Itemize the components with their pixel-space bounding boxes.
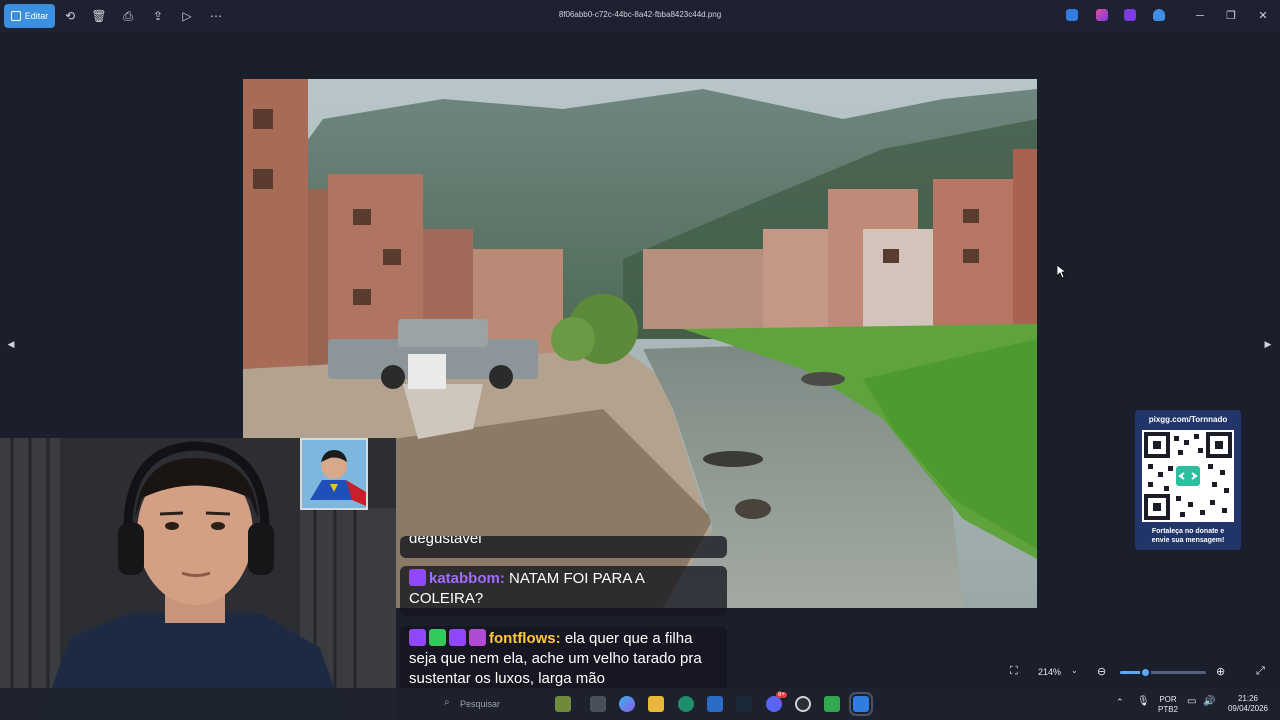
- obs-icon[interactable]: [795, 696, 811, 712]
- twitch-badge-icon: [409, 569, 426, 586]
- edge-icon[interactable]: [678, 696, 694, 712]
- chevron-down-icon[interactable]: ⌄: [1071, 666, 1078, 675]
- delete-icon[interactable]: 🗑: [91, 8, 107, 24]
- donation-qr-card: pixgg.com/Tornnado Fortaleça no donate e…: [1135, 410, 1241, 550]
- mouse-cursor-icon: [1057, 265, 1067, 279]
- discord-notification-badge: 9+: [776, 692, 787, 698]
- chat-username: katabbom:: [429, 570, 505, 587]
- rotate-icon[interactable]: ⟲: [62, 8, 78, 24]
- chat-username: fontflows:: [489, 630, 561, 647]
- qr-footer: Fortaleça no donate e envie sua mensagem…: [1139, 527, 1237, 545]
- volume-icon[interactable]: 🔊: [1203, 696, 1215, 707]
- input-language[interactable]: POR PTB2: [1152, 695, 1184, 715]
- next-image-button[interactable]: ▶: [1261, 330, 1275, 358]
- close-button[interactable]: ✕: [1255, 8, 1271, 24]
- superman-poster: [300, 438, 368, 510]
- maximize-button[interactable]: ❐: [1223, 8, 1239, 24]
- edit-button-label: Editar: [24, 11, 49, 21]
- zoom-slider-thumb[interactable]: [1140, 667, 1152, 678]
- taskbar: ⌕ Pesquisar 9+ ⌃ 🎙 POR PTB2 ▭ 🔊 21:26 09…: [0, 688, 1280, 720]
- chat-message-partial: degustavel: [400, 536, 727, 558]
- store-icon[interactable]: [707, 696, 723, 712]
- chat-app-icon[interactable]: [824, 696, 840, 712]
- monitor-icon[interactable]: ▭: [1187, 696, 1196, 707]
- zoom-in-icon[interactable]: ⊕: [1216, 665, 1225, 678]
- language-line1: POR: [1159, 695, 1177, 704]
- chevron-up-icon[interactable]: ⌃: [1116, 697, 1124, 708]
- photos-app-icon[interactable]: [1066, 9, 1078, 21]
- twitch-badge-icon: [409, 629, 426, 646]
- title-bar: Editar ⟲ 🗑 ⎙ ⇪ ▷ ⋯ 8f06abb0-c72c-44bc-8a…: [0, 0, 1280, 32]
- more-icon[interactable]: ⋯: [208, 8, 224, 24]
- copilot-icon[interactable]: [619, 696, 635, 712]
- cloud-sync-icon[interactable]: [1153, 9, 1165, 21]
- file-name: 8f06abb0-c72c-44bc-8a42-fbba8423c44d.png: [558, 10, 722, 19]
- zoom-level[interactable]: 214%: [1038, 667, 1061, 677]
- chat-partial-text: degustavel: [409, 536, 482, 547]
- zoom-out-icon[interactable]: ⊖: [1097, 665, 1106, 678]
- steam-icon[interactable]: [736, 696, 752, 712]
- clock-date: 09/04/2026: [1227, 704, 1269, 713]
- print-icon[interactable]: ⎙: [120, 8, 136, 24]
- qr-footer-line2: envie sua mensagem!: [1151, 537, 1225, 544]
- edit-button[interactable]: Editar: [4, 4, 55, 28]
- discord-icon[interactable]: [766, 696, 782, 712]
- taskbar-search[interactable]: Pesquisar: [430, 692, 550, 716]
- minimize-button[interactable]: ─: [1192, 8, 1208, 24]
- widget-icon[interactable]: [555, 696, 571, 712]
- qr-url: pixgg.com/Tornnado: [1148, 415, 1228, 424]
- clock-time: 21:26: [1237, 694, 1259, 703]
- language-line2: PTB2: [1157, 705, 1178, 714]
- zoom-slider[interactable]: [1120, 667, 1206, 678]
- chat-message: katabbom: NATAM FOI PARA A COLEIRA?: [400, 566, 727, 616]
- zoom-controls: ⛶ 214% ⌄ ⊖ ⊕ ⤢: [1000, 660, 1280, 684]
- qr-code: [1142, 430, 1234, 522]
- diamond-badge-icon: [469, 629, 486, 646]
- fit-to-window-icon[interactable]: ⛶: [1010, 665, 1018, 678]
- slideshow-icon[interactable]: ▷: [179, 8, 195, 24]
- fullscreen-icon[interactable]: ⤢: [1256, 665, 1265, 678]
- photos-taskbar-icon[interactable]: [849, 692, 873, 716]
- designer-app-icon[interactable]: [1096, 9, 1108, 21]
- clock[interactable]: 21:26 09/04/2026: [1220, 694, 1276, 714]
- file-explorer-icon[interactable]: [648, 696, 664, 712]
- edit-icon: [10, 11, 21, 21]
- task-view-icon[interactable]: [590, 696, 606, 712]
- share-icon[interactable]: ⇪: [150, 8, 166, 24]
- previous-image-button[interactable]: ◀: [4, 330, 18, 358]
- microphone-icon[interactable]: 🎙: [1137, 696, 1150, 707]
- qr-footer-line1: Fortaleça no donate e: [1151, 528, 1225, 535]
- sword-badge-icon: [429, 629, 446, 646]
- clipchamp-app-icon[interactable]: [1124, 9, 1136, 21]
- first-badge-icon: [449, 629, 466, 646]
